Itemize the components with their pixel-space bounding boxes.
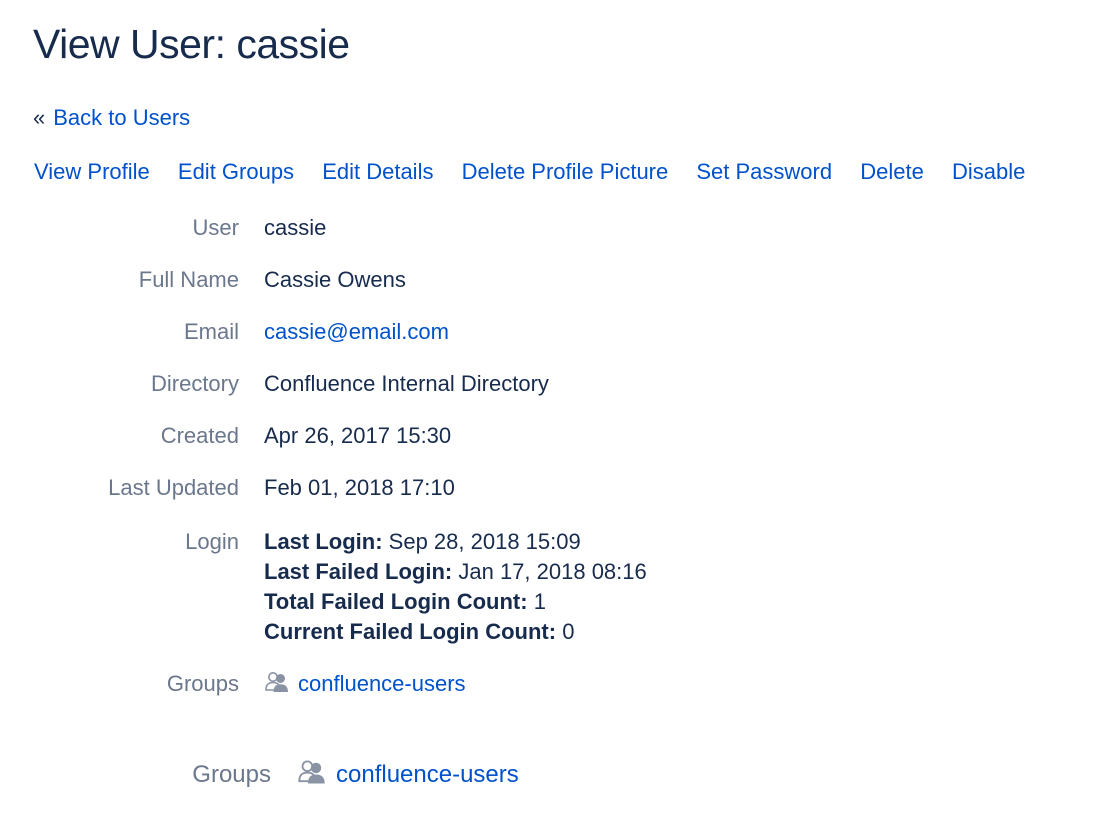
last-updated-label: Last Updated xyxy=(108,475,239,500)
current-failed-count-line: Current Failed Login Count: 0 xyxy=(264,617,647,647)
current-failed-count-value: 0 xyxy=(562,619,575,644)
last-login-value: Sep 28, 2018 15:09 xyxy=(388,529,581,554)
groups-zoom-value: confluence-users xyxy=(297,758,519,792)
back-arrow: « xyxy=(33,105,46,130)
edit-details-link[interactable]: Edit Details xyxy=(322,159,433,184)
group-icon xyxy=(265,672,288,692)
set-password-link[interactable]: Set Password xyxy=(696,159,832,184)
groups-value: confluence-users xyxy=(264,669,466,699)
last-failed-login-line: Last Failed Login: Jan 17, 2018 08:16 xyxy=(264,557,647,587)
directory-label: Directory xyxy=(150,371,239,396)
confluence-users-group-link-zoom[interactable]: confluence-users xyxy=(336,761,519,788)
groups-zoom-label: Groups xyxy=(192,761,271,788)
page-title: View User: cassie xyxy=(33,21,350,67)
full-name-value: Cassie Owens xyxy=(264,267,406,292)
current-failed-count-key: Current Failed Login Count: xyxy=(264,619,557,644)
last-login-key: Last Login: xyxy=(264,529,383,554)
delete-link[interactable]: Delete xyxy=(860,159,924,184)
email-link[interactable]: cassie@email.com xyxy=(264,317,449,347)
user-actions: View Profile Edit Groups Edit Details De… xyxy=(34,158,1025,186)
last-failed-login-value: Jan 17, 2018 08:16 xyxy=(458,559,647,584)
group-icon xyxy=(298,760,325,784)
login-details: Last Login: Sep 28, 2018 15:09 Last Fail… xyxy=(264,527,647,647)
user-label: User xyxy=(192,215,239,240)
disable-link[interactable]: Disable xyxy=(952,159,1025,184)
full-name-label: Full Name xyxy=(138,267,239,292)
email-label: Email xyxy=(183,319,239,344)
created-value: Apr 26, 2017 15:30 xyxy=(264,423,452,448)
total-failed-count-value: 1 xyxy=(533,589,546,614)
last-login-line: Last Login: Sep 28, 2018 15:09 xyxy=(264,527,647,557)
user-value: cassie xyxy=(264,215,327,240)
groups-label: Groups xyxy=(166,671,239,696)
last-failed-login-key: Last Failed Login: xyxy=(264,559,453,584)
delete-profile-picture-link[interactable]: Delete Profile Picture xyxy=(462,159,669,184)
confluence-users-group-link[interactable]: confluence-users xyxy=(298,671,466,696)
back-nav: « Back to Users xyxy=(33,104,190,132)
created-label: Created xyxy=(160,423,239,448)
last-updated-value: Feb 01, 2018 17:10 xyxy=(264,475,455,500)
back-to-users-link[interactable]: Back to Users xyxy=(53,105,190,130)
login-label: Login xyxy=(185,529,239,554)
directory-value: Confluence Internal Directory xyxy=(264,371,549,396)
total-failed-count-line: Total Failed Login Count: 1 xyxy=(264,587,647,617)
view-profile-link[interactable]: View Profile xyxy=(34,159,150,184)
total-failed-count-key: Total Failed Login Count: xyxy=(264,589,528,614)
edit-groups-link[interactable]: Edit Groups xyxy=(178,159,294,184)
